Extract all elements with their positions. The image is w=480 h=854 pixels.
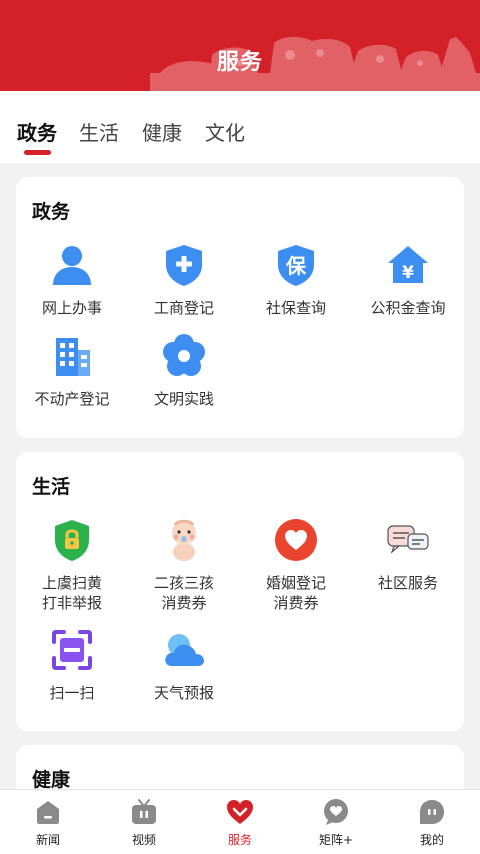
app-header: 服务 [0, 0, 480, 91]
gov-item-business-registration[interactable]: 工商登记 [128, 243, 240, 318]
building-icon [56, 338, 90, 376]
flower-icon [163, 334, 205, 376]
section-title-gov: 政务 [32, 201, 71, 223]
life-item-weather[interactable]: 天气预报 [128, 628, 240, 703]
life-item-child-voucher[interactable]: 二孩三孩 消费券 [128, 518, 240, 613]
active-tab-indicator [24, 150, 51, 155]
life-item-report-illegal[interactable]: 上虞扫黄 打非举报 [16, 518, 128, 613]
life-item-scan[interactable]: 扫一扫 [16, 628, 128, 703]
social-security-icon: 保 [278, 245, 314, 286]
gov-item-housing-fund[interactable]: ¥ 公积金查询 [352, 243, 464, 318]
tab-life[interactable]: 生活 [79, 117, 119, 146]
chat-bubbles-icon [387, 525, 429, 554]
gov-item-social-security[interactable]: 保 社保查询 [240, 243, 352, 318]
housing-fund-icon: ¥ [388, 246, 428, 283]
svg-text:保: 保 [285, 254, 307, 278]
category-tabs: 政务 生活 健康 文化 [0, 91, 480, 163]
baby-icon [172, 519, 196, 561]
tab-gov[interactable]: 政务 [17, 117, 57, 146]
user-icon [53, 246, 91, 285]
matrix-bubble-icon [324, 799, 348, 825]
nav-video[interactable]: 视频 [114, 798, 174, 848]
page-title: 服务 [216, 50, 263, 75]
tv-icon [132, 799, 156, 824]
life-item-community-service[interactable]: 社区服务 [352, 518, 464, 593]
nav-matrix[interactable]: 矩阵+ [306, 798, 366, 848]
nav-service[interactable]: 服务 [210, 798, 270, 848]
tab-culture[interactable]: 文化 [205, 117, 245, 146]
gov-item-real-estate[interactable]: 不动产登记 [16, 334, 128, 409]
life-services-card: 生活 上虞扫黄 打非举报 二孩三孩 消费券 婚姻登记 消费券 社区服务 扫一扫 … [16, 452, 464, 731]
scan-icon [52, 630, 92, 670]
nav-mine[interactable]: 我的 [402, 798, 462, 848]
home-icon [37, 801, 59, 824]
heart-service-icon [227, 800, 253, 824]
nav-news[interactable]: 新闻 [18, 798, 78, 848]
svg-text:¥: ¥ [402, 263, 414, 283]
bottom-navigation: 新闻 视频 服务 矩阵+ 我的 [0, 789, 480, 854]
gov-item-online-affairs[interactable]: 网上办事 [16, 243, 128, 318]
shield-plus-icon [166, 245, 202, 286]
heart-icon [275, 519, 317, 561]
section-title-health: 健康 [32, 769, 71, 791]
profile-icon [420, 800, 444, 824]
life-item-marriage-voucher[interactable]: 婚姻登记 消费券 [240, 518, 352, 613]
section-title-life: 生活 [32, 476, 71, 498]
lock-shield-icon [55, 520, 89, 561]
gov-item-civilization-practice[interactable]: 文明实践 [128, 334, 240, 409]
cloud-icon [165, 634, 204, 666]
tab-health[interactable]: 健康 [142, 117, 182, 146]
gov-services-card: 政务 网上办事 工商登记 保 社保查询 ¥ 公积金查询 不动产登记 文明实践 [16, 177, 464, 438]
